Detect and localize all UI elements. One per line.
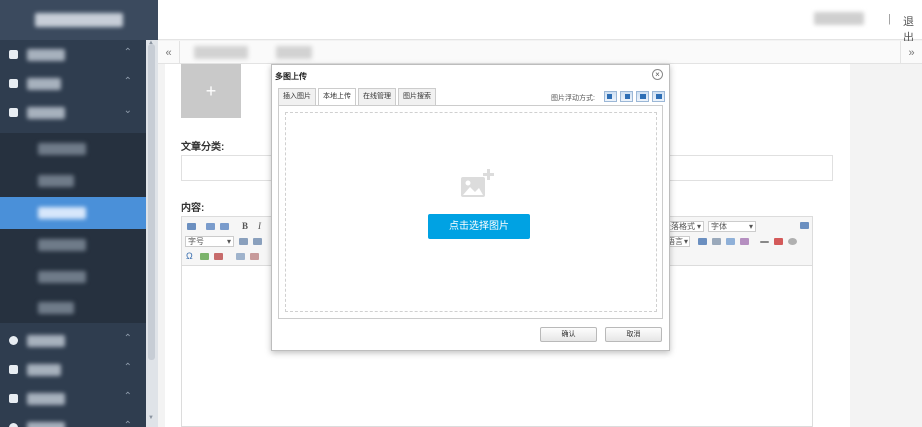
pie-chart-icon xyxy=(9,423,18,427)
video-icon[interactable] xyxy=(740,238,749,245)
sidebar-subitem[interactable] xyxy=(0,133,158,165)
sidebar-group-5[interactable]: ⌃ xyxy=(0,355,158,384)
tab-online-manage[interactable]: 在线管理 xyxy=(358,88,396,105)
user-name[interactable] xyxy=(814,12,864,25)
square-icon xyxy=(9,394,18,403)
sidebar-subitem[interactable] xyxy=(0,229,158,261)
float-right-icon[interactable] xyxy=(620,91,633,102)
map-icon[interactable] xyxy=(214,253,223,260)
sidebar-subitem[interactable] xyxy=(0,165,158,197)
chevron-up-icon: ⌃ xyxy=(123,47,132,58)
time-icon[interactable] xyxy=(788,238,797,245)
category-label: 文章分类: xyxy=(181,142,225,153)
ltr-icon[interactable] xyxy=(239,238,248,245)
chevron-up-icon: ⌃ xyxy=(123,362,132,373)
confirm-button[interactable]: 确认 xyxy=(540,327,597,342)
sidebar-subitem[interactable] xyxy=(0,293,158,323)
folder-icon xyxy=(9,50,18,59)
special-char-button[interactable]: Ω xyxy=(186,251,193,261)
fullscreen-icon[interactable] xyxy=(800,222,809,229)
attachment-icon[interactable] xyxy=(698,238,707,245)
chevron-down-icon: ⌄ xyxy=(123,105,132,116)
image-icon[interactable] xyxy=(726,238,735,245)
sidebar-group-1[interactable]: ⌃ xyxy=(0,40,158,69)
sidebar-subitem[interactable] xyxy=(0,261,158,293)
insert-row-icon[interactable] xyxy=(250,253,259,260)
tabs-scroll-right-button[interactable]: » xyxy=(900,41,922,64)
scroll-down-icon[interactable]: ▼ xyxy=(148,415,154,421)
sidebar: ⌃ ⌃ ⌄ ⌃ ⌃ ⌃ ⌃ ▲ ▼ xyxy=(0,0,158,427)
dropdown-arrow-icon: ▾ xyxy=(748,222,753,231)
rtl-icon[interactable] xyxy=(253,238,262,245)
page-tab[interactable] xyxy=(276,46,312,59)
font-size-select-label: 字号 xyxy=(188,237,204,246)
top-header: | 退出 xyxy=(158,0,922,44)
header-separator: | xyxy=(888,13,891,25)
content-label: 内容: xyxy=(181,203,205,214)
undo-icon[interactable] xyxy=(206,223,215,230)
redo-icon[interactable] xyxy=(220,223,229,230)
shield-icon xyxy=(9,336,18,345)
source-icon[interactable] xyxy=(187,223,196,230)
sidebar-group-4[interactable]: ⌃ xyxy=(0,326,158,355)
multi-image-upload-dialog: 多图上传 × 插入图片 本地上传 在线管理 图片搜索 图片浮动方式: 点击选择图… xyxy=(271,64,670,351)
float-center-icon[interactable] xyxy=(652,91,665,102)
upload-image-box[interactable]: + xyxy=(181,64,241,118)
sidebar-subitem-active[interactable] xyxy=(0,197,158,229)
page-tabbar: « » xyxy=(158,41,922,64)
dropdown-arrow-icon: ▾ xyxy=(683,237,688,246)
table-icon[interactable] xyxy=(236,253,245,260)
date-icon[interactable] xyxy=(774,238,783,245)
tabs-scroll-left-button[interactable]: « xyxy=(158,41,180,64)
dropdown-arrow-icon: ▾ xyxy=(696,222,701,231)
brand-logo xyxy=(0,0,158,40)
horizontal-rule-icon[interactable] xyxy=(760,241,769,243)
link-icon[interactable] xyxy=(712,238,721,245)
page-tab[interactable] xyxy=(194,46,248,59)
sidebar-scrollbar-thumb[interactable] xyxy=(148,44,155,360)
chevron-up-icon: ⌃ xyxy=(123,420,132,427)
image-placeholder-icon xyxy=(461,169,494,197)
font-size-select[interactable]: 字号 ▾ xyxy=(185,236,234,247)
scroll-up-icon[interactable]: ▲ xyxy=(148,40,154,46)
sidebar-submenu xyxy=(0,133,158,323)
dialog-tabs: 插入图片 本地上传 在线管理 图片搜索 xyxy=(278,88,438,106)
cancel-button[interactable]: 取消 xyxy=(605,327,662,342)
italic-button[interactable]: I xyxy=(258,221,261,231)
emotion-icon[interactable] xyxy=(200,253,209,260)
diamond-icon xyxy=(9,365,18,374)
chevron-up-icon: ⌃ xyxy=(123,391,132,402)
tab-local-upload[interactable]: 本地上传 xyxy=(318,88,356,106)
sidebar-group-3[interactable]: ⌄ xyxy=(0,98,158,127)
font-family-select-label: 字体 xyxy=(711,222,727,231)
float-mode-label: 图片浮动方式: xyxy=(551,95,595,102)
float-mode-options xyxy=(604,91,668,102)
dropdown-arrow-icon: ▾ xyxy=(226,237,231,246)
chevron-up-icon: ⌃ xyxy=(123,76,132,87)
drop-zone[interactable]: 点击选择图片 xyxy=(285,112,657,312)
close-icon[interactable]: × xyxy=(652,69,663,80)
tab-image-search[interactable]: 图片搜索 xyxy=(398,88,436,105)
local-upload-panel: 点击选择图片 xyxy=(278,105,663,319)
document-icon xyxy=(9,79,18,88)
chevron-up-icon: ⌃ xyxy=(123,333,132,344)
bold-button[interactable]: B xyxy=(242,221,248,231)
font-family-select[interactable]: 字体 ▾ xyxy=(708,221,756,232)
select-images-button[interactable]: 点击选择图片 xyxy=(428,214,530,239)
float-left-icon[interactable] xyxy=(604,91,617,102)
sidebar-group-6[interactable]: ⌃ xyxy=(0,384,158,413)
sidebar-group-2[interactable]: ⌃ xyxy=(0,69,158,98)
lock-icon xyxy=(9,108,18,117)
tab-insert-image[interactable]: 插入图片 xyxy=(278,88,316,105)
float-none-icon[interactable] xyxy=(636,91,649,102)
sidebar-group-7[interactable]: ⌃ xyxy=(0,413,158,427)
dialog-title: 多图上传 xyxy=(275,72,307,81)
